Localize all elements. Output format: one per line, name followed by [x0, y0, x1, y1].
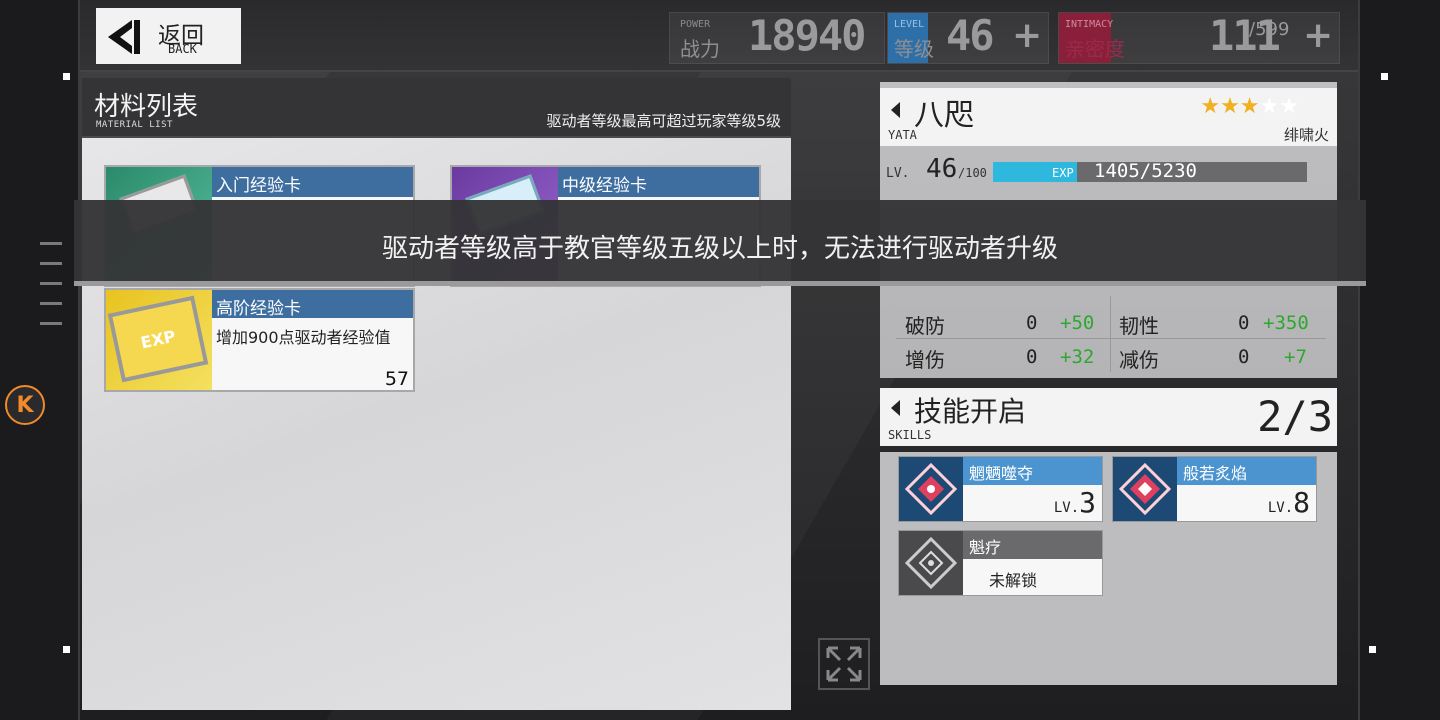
warning-banner: 驱动者等级高于教官等级五级以上时，无法进行驱动者升级 — [74, 200, 1366, 286]
exp-value: 1405/5230 — [1094, 160, 1197, 182]
skill-diamond-icon — [899, 457, 963, 521]
skill-item[interactable]: 般若炙焰 LV.8 — [1112, 456, 1317, 522]
character-name: 八咫 — [914, 98, 974, 133]
side-decor-line — [40, 242, 62, 245]
skill-name: 般若炙焰 — [1177, 457, 1316, 485]
skill-item-locked[interactable]: 魁疗 未解锁 — [898, 530, 1103, 596]
skills-header: 技能开启 SKILLS 2/3 — [880, 388, 1337, 446]
back-button[interactable]: 返回 BACK — [96, 8, 241, 64]
character-level-max: /100 — [958, 166, 987, 180]
star-rating: ★★★★★ — [1200, 94, 1299, 119]
side-decor-line — [40, 322, 62, 325]
stat-value: 0 — [1026, 312, 1038, 334]
material-panel-header: 材料列表 MATERIAL LIST 驱动者等级最高可超过玩家等级5级 — [82, 78, 791, 138]
stat-value: 0 — [1026, 346, 1038, 368]
intimacy-stat: INTIMACY 亲密度 111 /599 + — [1058, 11, 1340, 64]
skill-name: 魍魉噬夺 — [963, 457, 1102, 485]
stat-add: +350 — [1263, 312, 1309, 334]
side-decor-line — [40, 262, 62, 265]
skill-level: LV.3 — [1053, 486, 1096, 519]
level-en: LEVEL — [894, 19, 925, 30]
exp-label: EXP — [1052, 166, 1074, 180]
stat-label: 破防 — [905, 314, 945, 338]
intimacy-zh: 亲密度 — [1065, 37, 1125, 61]
corner-marker — [1381, 73, 1388, 80]
side-decor-line — [40, 282, 62, 285]
skill-name: 魁疗 — [963, 531, 1102, 559]
skill-status: 未解锁 — [989, 571, 1038, 590]
stat-add: +7 — [1284, 346, 1307, 368]
stat-divider — [896, 338, 1326, 339]
corner-marker — [63, 646, 70, 653]
material-title-en: MATERIAL LIST — [96, 120, 173, 130]
corner-marker — [63, 73, 70, 80]
material-card-advanced[interactable]: EXP 高阶经验卡 增加900点驱动者经验值 57 — [104, 288, 415, 392]
left-frame — [0, 0, 80, 720]
material-card-name: 高阶经验卡 — [212, 290, 413, 319]
k-logo-icon[interactable]: K — [5, 385, 45, 425]
stat-value: 0 — [1238, 346, 1250, 368]
level-plus-button[interactable]: + — [1012, 15, 1042, 56]
chevron-left-icon[interactable] — [890, 102, 902, 118]
stat-label: 韧性 — [1119, 314, 1159, 338]
fullscreen-button[interactable] — [818, 638, 870, 690]
stat-add: +32 — [1060, 346, 1095, 368]
stat-value: 0 — [1238, 312, 1250, 334]
star-empty-icon: ★ — [1279, 94, 1299, 119]
skill-item[interactable]: 魍魉噬夺 LV.3 — [898, 456, 1103, 522]
power-zh: 战力 — [680, 37, 720, 61]
power-value: 18940 — [748, 11, 866, 60]
material-card-name: 入门经验卡 — [212, 167, 413, 197]
character-name-en: YATA — [888, 128, 917, 142]
corner-marker — [1369, 646, 1376, 653]
star-filled-icon: ★ — [1200, 94, 1221, 119]
lv-label: LV. — [886, 166, 910, 181]
material-note: 驱动者等级最高可超过玩家等级5级 — [546, 112, 781, 130]
intimacy-plus-button[interactable]: + — [1303, 15, 1333, 56]
back-sublabel: BACK — [168, 42, 197, 56]
material-card-count: 57 — [384, 368, 409, 390]
exp-card-text: EXP — [138, 326, 178, 352]
stat-add: +50 — [1060, 312, 1095, 334]
skill-level: LV.8 — [1267, 486, 1310, 519]
star-filled-icon: ★ — [1239, 94, 1260, 119]
advanced-exp-card-image: EXP — [106, 290, 212, 390]
side-decor-line — [40, 302, 62, 305]
star-empty-icon: ★ — [1259, 94, 1280, 119]
stat-column-divider — [1110, 296, 1111, 372]
material-title: 材料列表 — [94, 92, 199, 122]
level-zh: 等级 — [894, 37, 934, 61]
fullscreen-icon — [826, 646, 862, 682]
intimacy-en: INTIMACY — [1065, 19, 1114, 30]
skill-diamond-icon — [1113, 457, 1177, 521]
stat-label: 增伤 — [905, 348, 945, 372]
material-card-name: 中级经验卡 — [558, 167, 759, 197]
skills-title: 技能开启 — [914, 395, 1027, 428]
back-arrow-icon — [108, 20, 140, 54]
chevron-left-icon[interactable] — [890, 400, 902, 416]
material-card-desc: 增加900点驱动者经验值 — [216, 328, 391, 347]
character-name-bar: 八咫 YATA ★★★★★ 绯啸火 — [880, 88, 1337, 146]
power-stat: POWER 战力 18940 — [669, 11, 885, 64]
intimacy-max: /599 — [1249, 19, 1290, 40]
power-en: POWER — [680, 19, 711, 30]
level-value: 46 — [946, 11, 995, 60]
character-level: 46 — [926, 154, 958, 184]
level-stat: LEVEL 等级 46 + — [887, 11, 1049, 64]
warning-banner-text: 驱动者等级高于教官等级五级以上时，无法进行驱动者升级 — [381, 234, 1058, 264]
skills-count: 2/3 — [1257, 392, 1333, 441]
skill-locked-icon — [899, 531, 963, 595]
character-attribute: 绯啸火 — [1283, 126, 1329, 144]
stat-label: 减伤 — [1119, 348, 1159, 372]
star-filled-icon: ★ — [1220, 94, 1240, 119]
skills-title-en: SKILLS — [888, 428, 932, 442]
right-frame — [1358, 0, 1440, 720]
